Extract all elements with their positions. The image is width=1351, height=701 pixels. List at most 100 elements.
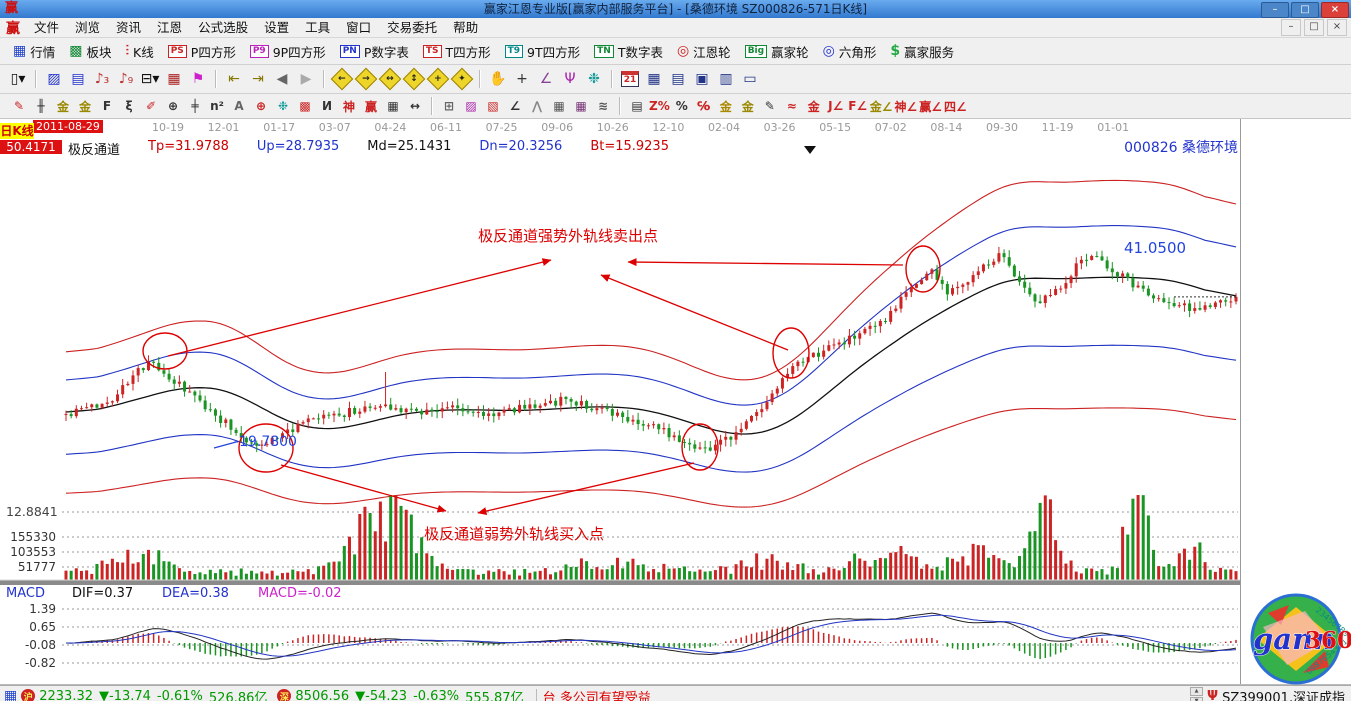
menu-item-工具[interactable]: 工具	[297, 18, 338, 37]
tool-star-teal[interactable]: ❉	[273, 97, 293, 116]
macd-title[interactable]: MACD	[6, 586, 45, 601]
menu-item-资讯[interactable]: 资讯	[108, 18, 149, 37]
status-grid-icon[interactable]: ▦	[4, 688, 17, 701]
tool-grid-red[interactable]: ▩	[295, 97, 315, 116]
tool-wave-n[interactable]: И	[317, 97, 337, 116]
restore-button[interactable]: □	[1291, 2, 1319, 18]
tool-zoom-in[interactable]: +	[427, 68, 449, 90]
menu-item-交易委托[interactable]: 交易委托	[379, 18, 445, 37]
tool-angle-tool[interactable]: ∠	[535, 68, 557, 90]
tool-shen-angle[interactable]: 神∠	[895, 97, 918, 116]
tool-notepad[interactable]: ▤	[667, 68, 689, 90]
menu-item-江恩[interactable]: 江恩	[149, 18, 190, 37]
toolbar-9t-square[interactable]: T99T四方形	[498, 39, 588, 63]
stock-name-label[interactable]: 000826 桑德环境	[1040, 137, 1238, 157]
tool-analysis-tool[interactable]: ❉	[583, 68, 605, 90]
tool-pattern-red[interactable]: ▦	[163, 68, 185, 90]
mdi-button-0[interactable]: –	[1281, 19, 1301, 36]
tool-calendar[interactable]: 21	[619, 68, 641, 90]
menu-item-设置[interactable]: 设置	[256, 18, 297, 37]
tool-bars-3[interactable]: ♪₃	[91, 68, 113, 90]
period-label[interactable]: 日K线	[0, 123, 34, 139]
tool-h-measure[interactable]: ↔	[405, 97, 425, 116]
tool-zoom-all[interactable]: ✦	[451, 68, 473, 90]
tool-grid-b[interactable]: ▦	[571, 97, 591, 116]
tool-text-note[interactable]: A	[229, 97, 249, 116]
tool-crosshair-tool[interactable]: +	[511, 68, 533, 90]
tool-percent-line[interactable]: ℅	[694, 97, 714, 116]
tool-bars-9[interactable]: ♪₉	[115, 68, 137, 90]
tool-four-angle[interactable]: 四∠	[944, 97, 967, 116]
tool-export[interactable]: ▥	[715, 68, 737, 90]
tool-fibo-f[interactable]: F	[97, 97, 117, 116]
tool-ying-tool[interactable]: 赢	[361, 97, 381, 116]
toolbar-t-square[interactable]: TST四方形	[416, 39, 498, 63]
tool-percent[interactable]: %	[672, 97, 692, 116]
toolbar-p-table[interactable]: PNP数字表	[333, 39, 416, 63]
tool-n-square[interactable]: n²	[207, 97, 227, 116]
tool-hatch-red[interactable]: ▧	[483, 97, 503, 116]
tool-time-circle[interactable]: ⊕	[163, 97, 183, 116]
tool-save[interactable]: ▣	[691, 68, 713, 90]
tool-gold-red[interactable]: 金	[804, 97, 824, 116]
tool-period-selector[interactable]: ▯▾	[7, 68, 29, 90]
toolbar-hexagon[interactable]: ◎六角形	[816, 39, 884, 63]
toolbar-gann-wheel[interactable]: ◎江恩轮	[670, 39, 738, 63]
toolbar-quotes[interactable]: ▦行情	[6, 39, 62, 63]
tool-pen-black[interactable]: ✎	[760, 97, 780, 116]
menu-item-浏览[interactable]: 浏览	[67, 18, 108, 37]
tool-wave-tool[interactable]: ≈	[782, 97, 802, 116]
tool-gold-ratio-2[interactable]: 金	[75, 97, 95, 116]
current-index-code[interactable]: SZ399001,深证成指	[1222, 687, 1345, 701]
tool-color-flag[interactable]: ⚑	[187, 68, 209, 90]
tool-gold-circle[interactable]: 金	[716, 97, 736, 116]
tool-time-lines[interactable]: ╪	[185, 97, 205, 116]
mdi-button-1[interactable]: □	[1304, 19, 1324, 36]
tool-scale-tool[interactable]: ▤	[627, 97, 647, 116]
tool-pan-left[interactable]: ←	[331, 68, 353, 90]
tool-print[interactable]: ▭	[739, 68, 761, 90]
spinner-up-button[interactable]: ▲	[1190, 687, 1203, 696]
tool-gold-line[interactable]: 金	[738, 97, 758, 116]
tool-j-angle[interactable]: J∠	[826, 97, 846, 116]
tool-f-angle[interactable]: F∠	[848, 97, 868, 116]
tool-fan-lines[interactable]: ≋	[593, 97, 613, 116]
tool-hatch-purple[interactable]: ▨	[461, 97, 481, 116]
spinner-down-button[interactable]: ▼	[1190, 697, 1203, 701]
tool-pan-h[interactable]: ↔	[379, 68, 401, 90]
toolbar-kline[interactable]: ⫶K线	[119, 39, 161, 63]
menu-item-文件[interactable]: 文件	[26, 18, 67, 37]
mdi-button-2[interactable]: ×	[1327, 19, 1347, 36]
menu-item-窗口[interactable]: 窗口	[338, 18, 379, 37]
tool-grid-123[interactable]: ▦	[383, 97, 403, 116]
toolbar-sectors[interactable]: ▩板块	[62, 39, 118, 63]
tool-circle-red[interactable]: ⊕	[251, 97, 271, 116]
menu-item-帮助[interactable]: 帮助	[445, 18, 486, 37]
tool-next-page[interactable]: ▶	[295, 68, 317, 90]
tool-prev-page[interactable]: ◀	[271, 68, 293, 90]
tool-last-page[interactable]: ⇥	[247, 68, 269, 90]
tool-stock-info[interactable]: ▤	[67, 68, 89, 90]
tool-gold-angle[interactable]: 金∠	[870, 97, 893, 116]
tool-first-page[interactable]: ⇤	[223, 68, 245, 90]
tool-gold-ratio-1[interactable]: 金	[53, 97, 73, 116]
tool-gann-tool[interactable]: Ψ	[559, 68, 581, 90]
tool-pen-red[interactable]: ✎	[9, 97, 29, 116]
tool-zoom-pattern[interactable]: ▨	[43, 68, 65, 90]
tool-hand-tool[interactable]: ✋	[487, 68, 509, 90]
toolbar-winner-service[interactable]: $赢家服务	[883, 39, 961, 63]
toolbar-t-table[interactable]: TNT数字表	[587, 39, 670, 63]
toolbar-winner-wheel[interactable]: Big赢家轮	[738, 39, 816, 63]
tool-shen-tool[interactable]: 神	[339, 97, 359, 116]
menu-item-公式选股[interactable]: 公式选股	[190, 18, 256, 37]
tool-box-tool[interactable]: ⊞	[439, 97, 459, 116]
minimize-button[interactable]: –	[1261, 2, 1289, 18]
close-button[interactable]: ×	[1321, 2, 1349, 18]
tool-pen-mark[interactable]: ✐	[141, 97, 161, 116]
tool-pan-v[interactable]: ↕	[403, 68, 425, 90]
tool-pan-right[interactable]: →	[355, 68, 377, 90]
tool-ying-angle[interactable]: 赢∠	[919, 97, 942, 116]
tool-z-percent[interactable]: Z%	[649, 97, 670, 116]
tool-grid-lines[interactable]: ╫	[31, 97, 51, 116]
tool-angle-lines[interactable]: ∠	[505, 97, 525, 116]
